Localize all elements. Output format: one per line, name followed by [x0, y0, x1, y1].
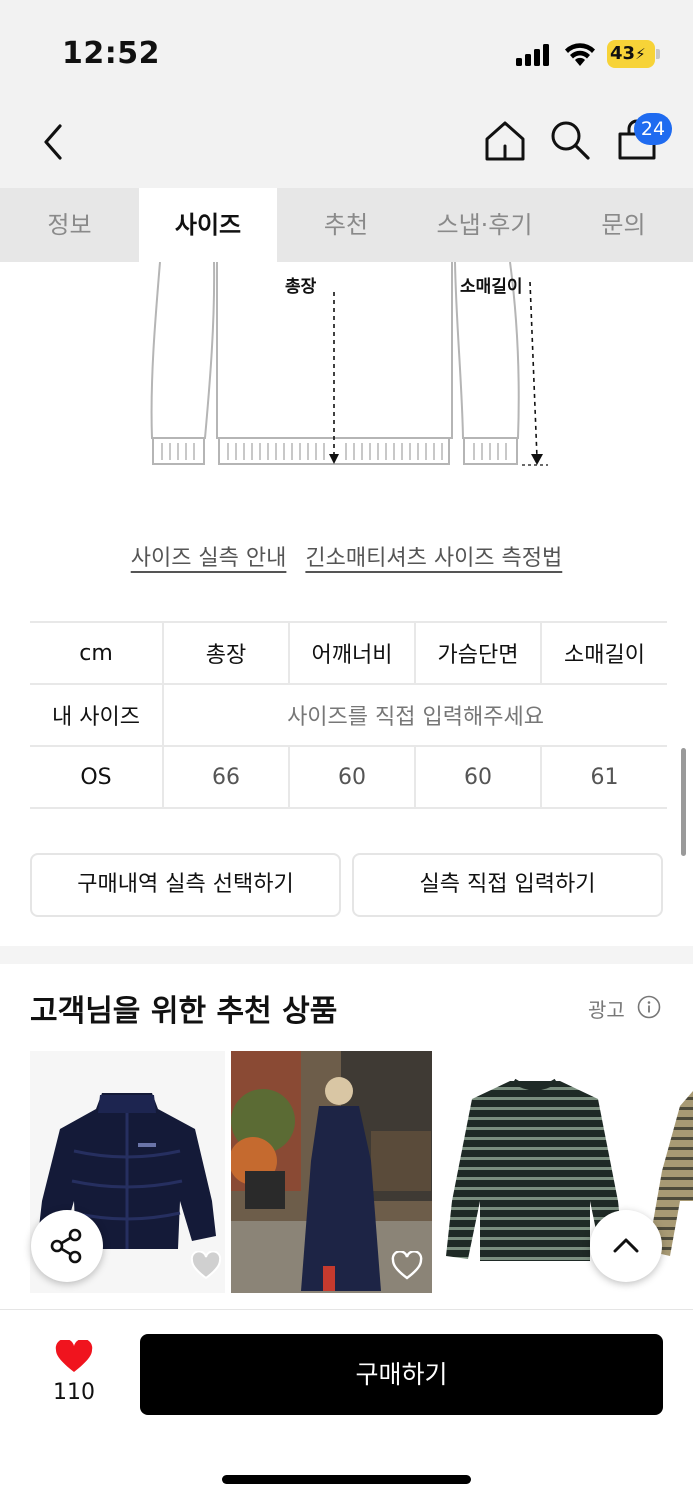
unit-cell: cm: [30, 621, 164, 685]
size-value-cell: 60: [288, 745, 416, 809]
size-value-cell: 60: [414, 745, 542, 809]
battery-tip: [656, 49, 660, 59]
status-time: 12:52: [62, 36, 160, 71]
product-card-snap[interactable]: [231, 1051, 432, 1293]
tab-info[interactable]: 정보: [0, 188, 139, 262]
battery-icon: 43⚡: [607, 40, 655, 68]
garment-outline: [150, 261, 548, 466]
diagram-length-label: 총장: [285, 277, 317, 297]
my-size-row: 내 사이즈 사이즈를 직접 입력해주세요: [30, 683, 667, 747]
size-guide-link[interactable]: 사이즈 실측 안내: [131, 546, 287, 571]
size-diagram: 총장 소매길이: [0, 261, 693, 502]
heart-outline-icon[interactable]: [190, 1251, 222, 1281]
like-count: 110: [53, 1380, 95, 1405]
heart-filled-icon[interactable]: [54, 1340, 94, 1374]
table-header-row: cm 총장 어깨너비 가슴단면 소매길이: [30, 621, 667, 685]
table-row: OS 66 60 60 61: [30, 745, 667, 809]
size-table: cm 총장 어깨너비 가슴단면 소매길이 내 사이즈 사이즈를 직접 입력해주세…: [30, 621, 667, 809]
heart-outline-icon[interactable]: [391, 1251, 423, 1281]
navigation-bar: [0, 100, 693, 188]
wifi-icon: [565, 43, 595, 66]
tab-inquiry[interactable]: 문의: [554, 188, 693, 262]
recommendation-title: 고객님을 위한 추천 상품: [30, 994, 338, 1029]
tab-recommend[interactable]: 추천: [277, 188, 415, 262]
column-header: 가슴단면: [414, 621, 542, 685]
section-divider: [0, 946, 693, 964]
diagram-sleeve-label: 소매길이: [460, 277, 523, 297]
status-bar: 12:52 43⚡: [0, 0, 693, 100]
info-icon[interactable]: [637, 995, 661, 1019]
cart-count-badge: 24: [634, 113, 672, 145]
size-guide-links: 사이즈 실측 안내 긴소매티셔츠 사이즈 측정법: [0, 540, 693, 572]
column-header: 총장: [162, 621, 290, 685]
buy-button[interactable]: 구매하기: [140, 1334, 663, 1415]
ad-label[interactable]: 광고: [588, 994, 625, 1023]
size-value-cell: 66: [162, 745, 290, 809]
share-icon: [50, 1228, 82, 1264]
my-size-label: 내 사이즈: [30, 683, 164, 747]
scroll-to-top-button[interactable]: [590, 1210, 662, 1282]
tab-snap-review[interactable]: 스냅·후기: [415, 188, 554, 262]
measure-method-link[interactable]: 긴소매티셔츠 사이즈 측정법: [305, 546, 562, 571]
size-value-cell: 61: [540, 745, 667, 809]
search-icon[interactable]: [548, 118, 592, 162]
direct-input-size-button[interactable]: 실측 직접 입력하기: [352, 853, 663, 917]
share-button[interactable]: [31, 1210, 103, 1282]
my-size-input[interactable]: 사이즈를 직접 입력해주세요: [162, 683, 667, 747]
column-header: 어깨너비: [288, 621, 416, 685]
detail-tabs: 정보 사이즈 추천 스냅·후기 문의: [0, 188, 693, 262]
battery-level: 43: [610, 43, 636, 64]
size-name-cell: OS: [30, 745, 164, 809]
purchase-history-size-button[interactable]: 구매내역 실측 선택하기: [30, 853, 341, 917]
tab-size[interactable]: 사이즈: [139, 188, 277, 262]
cellular-signal-icon: [516, 44, 552, 66]
back-arrow-icon[interactable]: [34, 120, 74, 164]
column-header: 소매길이: [540, 621, 667, 685]
chevron-up-icon: [613, 1238, 639, 1253]
home-indicator: [222, 1475, 471, 1484]
scrollbar[interactable]: [681, 748, 686, 856]
home-icon[interactable]: [482, 118, 528, 164]
